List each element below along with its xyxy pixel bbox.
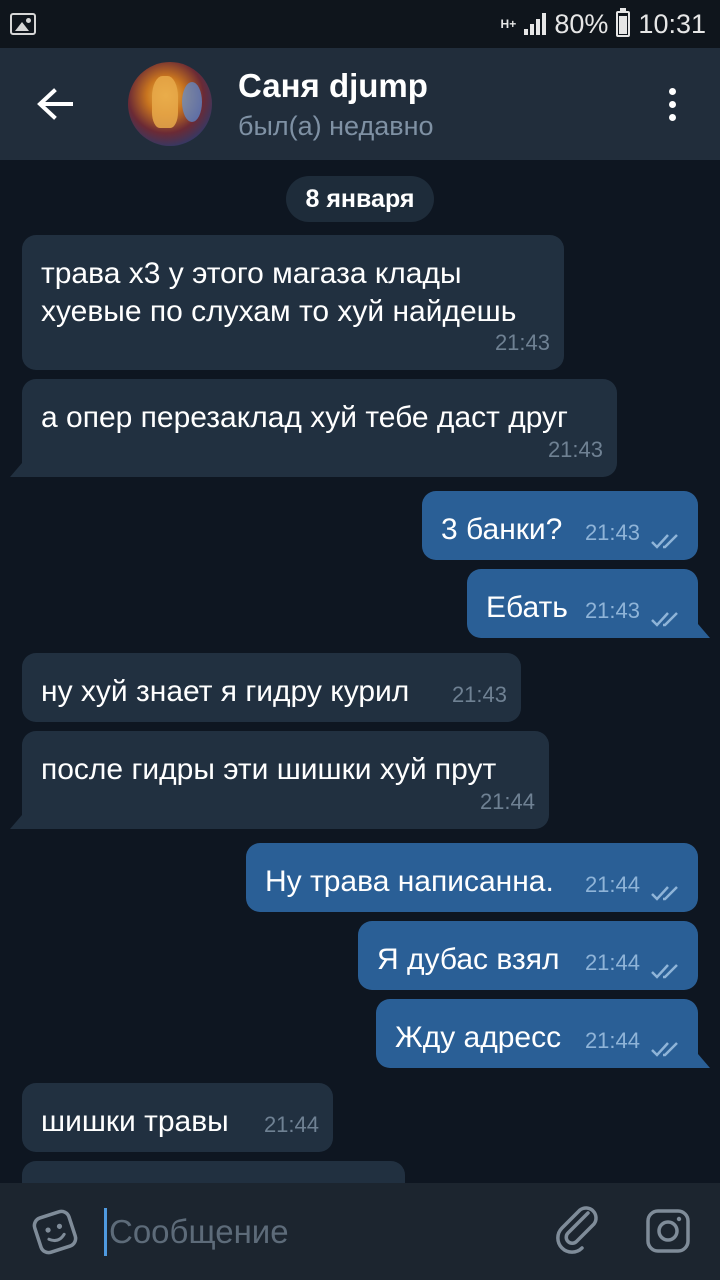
battery-icon: [616, 8, 631, 37]
sticker-icon: [32, 1209, 78, 1254]
message-input-bar: [0, 1183, 720, 1280]
contact-name: Саня djump: [238, 66, 428, 104]
message-bubble-outgoing[interactable]: Ну трава написанна. 21:44: [246, 843, 698, 912]
message-input[interactable]: [109, 1212, 529, 1251]
arrow-left-icon: [37, 88, 73, 120]
paperclip-icon: [556, 1206, 598, 1254]
message-text: 3 банки?: [441, 513, 563, 546]
message-text: ну хуй знает я гидру курил: [41, 675, 410, 708]
message-bubble-incoming[interactable]: шишки травы 21:44: [22, 1083, 333, 1152]
message-time: 21:44: [479, 789, 535, 814]
message-text: а опер перезаклад хуй тебе даст друг: [41, 401, 568, 434]
status-bar: H+ 80% 10:31: [0, 0, 720, 48]
message-bubble-outgoing[interactable]: Жду адресс 21:44: [376, 999, 710, 1068]
sticker-button[interactable]: [0, 1206, 110, 1258]
message-bubble-outgoing[interactable]: 3 банки? 21:43: [422, 491, 698, 560]
more-vertical-icon: [668, 87, 676, 95]
attach-button[interactable]: [552, 1205, 604, 1262]
message-time: 21:43: [451, 682, 507, 707]
camera-button[interactable]: [642, 1205, 694, 1262]
contact-status: был(а) недавно: [238, 110, 434, 141]
message-time: 21:44: [584, 950, 640, 975]
signal-strength-icon: [524, 13, 547, 35]
more-options-button[interactable]: [624, 48, 720, 160]
text-cursor: [104, 1207, 107, 1256]
message-bubble-outgoing[interactable]: Ебать 21:43: [467, 569, 710, 638]
contact-info[interactable]: Саня djump был(а) недавно: [238, 67, 434, 142]
message-time: 21:44: [584, 1028, 640, 1053]
date-separator: 8 января: [286, 176, 434, 222]
double-check-icon: [651, 964, 678, 979]
double-check-icon: [651, 534, 678, 549]
battery-percent: 80%: [554, 8, 609, 39]
message-bubble-incoming[interactable]: ну хуй знает я гидру курил 21:43: [22, 653, 521, 722]
message-time: 21:44: [584, 872, 640, 897]
message-bubble-incoming[interactable]: после гидры эти шишки хуй прут 21:44: [10, 731, 549, 829]
message-time: 21:43: [584, 520, 640, 545]
message-time: 21:43: [547, 437, 603, 462]
message-bubble-incoming[interactable]: трава х3 у этого магаза клады хуевые по …: [22, 235, 564, 370]
double-check-icon: [651, 886, 678, 901]
message-text: трава х3 у этого магаза клады: [41, 257, 462, 290]
clock: 10:31: [638, 8, 706, 39]
status-indicators: H+ 80% 10:31: [500, 8, 706, 40]
chat-header: Саня djump был(а) недавно: [0, 48, 720, 160]
message-time: 21:43: [584, 598, 640, 623]
message-bubble-outgoing[interactable]: Я дубас взял 21:44: [358, 921, 698, 990]
gallery-notification-icon: [10, 13, 36, 35]
camera-icon: [646, 1209, 690, 1253]
network-type: H+: [500, 17, 517, 31]
contact-avatar[interactable]: [128, 62, 212, 146]
back-button[interactable]: [0, 48, 110, 160]
double-check-icon: [651, 1042, 678, 1057]
message-text: хуевые по слухам то хуй найдешь: [41, 295, 517, 328]
message-bubble-incoming[interactable]: а опер перезаклад хуй тебе даст друг 21:…: [10, 379, 617, 477]
message-text: после гидры эти шишки хуй прут: [41, 753, 497, 786]
double-check-icon: [651, 612, 678, 627]
message-time: 21:43: [494, 330, 550, 355]
message-time: 21:44: [263, 1112, 319, 1137]
